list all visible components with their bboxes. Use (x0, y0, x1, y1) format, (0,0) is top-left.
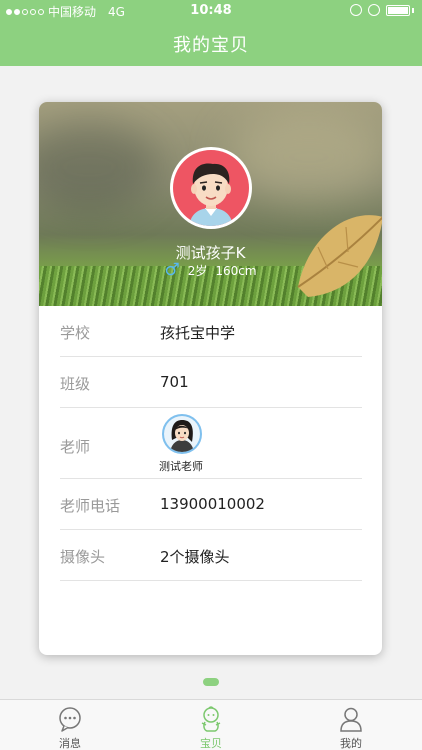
tab-mine-label: 我的 (340, 737, 362, 750)
tab-messages[interactable]: 消息 (30, 706, 110, 750)
child-height: 160cm (215, 263, 257, 278)
teacher-label: 老师 (60, 438, 91, 456)
info-row-camera[interactable]: 摄像头 2个摄像头 (60, 530, 362, 581)
tab-mine[interactable]: 我的 (311, 706, 391, 750)
camera-value[interactable]: 2个摄像头 (160, 546, 230, 567)
info-row-teacher-phone[interactable]: 老师电话 13900010002 (60, 479, 362, 530)
person-icon (340, 707, 362, 732)
child-avatar[interactable] (170, 147, 252, 229)
alarm-icon (368, 4, 380, 16)
status-bar: 中国移动 4G 10:48 (0, 0, 422, 22)
male-symbol-icon: ♂ (164, 260, 180, 280)
card-hero-background: 测试孩子K ♂ 2岁 160cm (39, 102, 382, 306)
child-meta: ♂ 2岁 160cm (39, 262, 382, 279)
battery-icon (386, 4, 410, 16)
baby-card[interactable]: 测试孩子K ♂ 2岁 160cm 学校 孩托宝中学 班级 701 老师 测试老师… (39, 102, 382, 655)
school-value: 孩托宝中学 (160, 324, 236, 342)
school-label: 学校 (60, 324, 91, 342)
child-face-icon (189, 163, 233, 226)
camera-label: 摄像头 (60, 548, 106, 566)
tab-bar: 消息 宝贝 我的 (0, 699, 422, 750)
baby-icon (201, 706, 221, 732)
teacher-avatar[interactable] (162, 414, 202, 454)
info-row-class: 班级 701 (60, 357, 362, 408)
teacher-phone-value[interactable]: 13900010002 (160, 495, 265, 513)
app-header: 中国移动 4G 10:48 我的宝贝 (0, 0, 422, 66)
info-row-school: 学校 孩托宝中学 (60, 306, 362, 357)
orientation-lock-icon (350, 4, 362, 16)
status-right (350, 4, 414, 16)
child-name: 测试孩子K (175, 244, 246, 262)
teacher-name: 测试老师 (159, 460, 203, 473)
battery-tip (412, 7, 414, 13)
tab-baby[interactable]: 宝贝 (171, 706, 251, 750)
info-row-teacher: 老师 测试老师 (60, 408, 362, 479)
class-value: 701 (160, 373, 189, 391)
chat-bubble-icon (59, 707, 81, 732)
child-age: 2岁 (187, 264, 208, 278)
teacher-phone-label: 老师电话 (60, 497, 121, 515)
class-label: 班级 (60, 375, 91, 393)
page-title: 我的宝贝 (173, 35, 249, 56)
page-indicator-dot (203, 678, 219, 686)
tab-messages-label: 消息 (59, 737, 81, 750)
teacher-item[interactable]: 测试老师 (157, 414, 207, 474)
tab-baby-label: 宝贝 (200, 737, 222, 750)
teacher-face-icon (164, 416, 200, 452)
info-list: 学校 孩托宝中学 班级 701 老师 测试老师 老师电话 13900010002… (39, 306, 382, 581)
